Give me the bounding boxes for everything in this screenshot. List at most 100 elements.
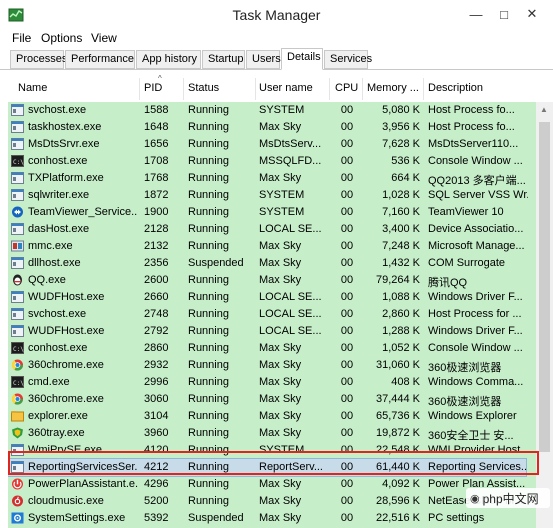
- cell-name: 360chrome.exe: [28, 359, 104, 371]
- column-status[interactable]: Status: [188, 82, 219, 94]
- tab-performance[interactable]: Performance: [65, 50, 135, 69]
- cell-description: Windows Driver F...: [428, 325, 523, 337]
- tab-app-history[interactable]: App history: [136, 50, 201, 69]
- column-memory[interactable]: Memory ...: [367, 82, 419, 94]
- table-row[interactable]: taskhostex.exe 1648 Running Max Sky 00 3,956 …: [8, 119, 526, 136]
- column-separator[interactable]: [255, 78, 256, 100]
- cell-pid: 2996: [144, 376, 169, 388]
- menu-options[interactable]: Options: [41, 31, 82, 45]
- table-row[interactable]: C:\ conhost.exe 1708 Running MSSQLFD... 00 536…: [8, 153, 526, 170]
- table-row[interactable]: PowerPlanAssistant.e... 4296 Running Max Sk…: [8, 476, 526, 493]
- column-separator[interactable]: [329, 78, 330, 100]
- details-table: Name ^ PID Status User name CPU Memory .…: [8, 74, 553, 528]
- cell-name: dasHost.exe: [28, 223, 90, 235]
- chrome360-icon: [11, 393, 24, 405]
- cell-description: Host Process for ...: [428, 308, 522, 320]
- cell-user-name: Max Sky: [259, 257, 302, 269]
- cell-memory: 536 K: [391, 155, 420, 167]
- tab-processes[interactable]: Processes: [10, 50, 67, 69]
- tab-details[interactable]: Details: [281, 48, 323, 70]
- table-row[interactable]: WmiPrvSE.exe 4120 Running SYSTEM 00 22,548 K W…: [8, 442, 526, 459]
- vertical-scrollbar[interactable]: ▲: [536, 102, 553, 528]
- column-separator[interactable]: [423, 78, 424, 100]
- table-row[interactable]: 360chrome.exe 2932 Running Max Sky 00 31,060 …: [8, 357, 526, 374]
- cell-status: Running: [188, 461, 229, 473]
- close-button[interactable]: ✕: [518, 3, 546, 25]
- table-row[interactable]: WUDFHost.exe 2792 Running LOCAL SE... 00 1,28…: [8, 323, 526, 340]
- teamviewer-icon: [11, 206, 24, 218]
- cell-description: 360极速浏览器: [428, 396, 502, 408]
- scrollbar-thumb[interactable]: [539, 122, 550, 452]
- menu-view[interactable]: View: [91, 31, 117, 45]
- minimize-button[interactable]: —: [462, 3, 490, 25]
- column-description[interactable]: Description: [428, 82, 483, 94]
- cell-cpu: 00: [340, 274, 354, 286]
- maximize-button[interactable]: □: [490, 3, 518, 25]
- cell-description: TeamViewer 10: [428, 206, 504, 218]
- service-icon: [11, 121, 24, 133]
- table-row[interactable]: svchost.exe 2748 Running LOCAL SE... 00 2,860…: [8, 306, 526, 323]
- tab-bar: Processes Performance App history Startu…: [0, 48, 553, 70]
- qq-icon: [11, 274, 24, 286]
- cell-description: Windows Comma...: [428, 376, 524, 388]
- column-pid[interactable]: PID: [144, 82, 162, 94]
- table-row[interactable]: MsDtsSrvr.exe 1656 Running MsDtsServ... 00 7,…: [8, 136, 526, 153]
- column-separator[interactable]: [183, 78, 184, 100]
- cell-name: WUDFHost.exe: [28, 325, 105, 337]
- cell-memory: 5,080 K: [382, 104, 420, 116]
- menu-file[interactable]: File: [12, 31, 31, 45]
- table-row[interactable]: WUDFHost.exe 2660 Running LOCAL SE... 00 1,08…: [8, 289, 526, 306]
- column-separator[interactable]: [362, 78, 363, 100]
- cell-user-name: LOCAL SE...: [259, 291, 322, 303]
- cell-user-name: SYSTEM: [259, 189, 305, 201]
- cell-name: cmd.exe: [28, 376, 70, 388]
- table-row[interactable]: cloudmusic.exe 5200 Running Max Sky 00 28,596…: [8, 493, 526, 510]
- cell-status: Running: [188, 359, 229, 371]
- table-row[interactable]: sqlwriter.exe 1872 Running SYSTEM 00 1,028 K S…: [8, 187, 528, 204]
- watermark: ◉ php中文网: [466, 488, 550, 508]
- table-row-selected[interactable]: ReportingServicesSer... 4212 Running Report…: [8, 458, 528, 477]
- cell-pid: 1872: [144, 189, 169, 201]
- scroll-up-icon[interactable]: ▲: [540, 105, 548, 114]
- table-row[interactable]: C:\ conhost.exe 2860 Running Max Sky 00 1,052 …: [8, 340, 526, 357]
- cell-name: conhost.exe: [28, 342, 88, 354]
- tab-startup[interactable]: Startup: [202, 50, 245, 69]
- table-row[interactable]: TeamViewer_Service.... 1900 Running SYSTEM 0…: [8, 204, 526, 221]
- column-user-name[interactable]: User name: [259, 82, 313, 94]
- tab-services[interactable]: Services: [324, 50, 372, 69]
- cell-memory: 79,264 K: [375, 274, 420, 286]
- process-list: svchost.exe 1588 Running SYSTEM 00 5,080 K Hos…: [8, 102, 553, 528]
- cell-name: QQ.exe: [28, 274, 66, 286]
- cell-user-name: Max Sky: [259, 393, 302, 405]
- cell-cpu: 00: [340, 478, 354, 490]
- table-row[interactable]: svchost.exe 1588 Running SYSTEM 00 5,080 K Hos…: [8, 102, 526, 119]
- table-row[interactable]: dasHost.exe 2128 Running LOCAL SE... 00 3,400…: [8, 221, 526, 238]
- powerplan-icon: [11, 478, 24, 490]
- table-row[interactable]: 360tray.exe 3960 Running Max Sky 00 19,872 K 3…: [8, 425, 526, 442]
- cell-name: WUDFHost.exe: [28, 291, 105, 303]
- table-row[interactable]: TXPlatform.exe 1768 Running Max Sky 00 664 K Q…: [8, 170, 526, 187]
- table-row[interactable]: C:\ cmd.exe 2996 Running Max Sky 00 408 K Windo…: [8, 374, 526, 391]
- cell-user-name: SYSTEM: [259, 104, 305, 116]
- table-row[interactable]: QQ.exe 2600 Running Max Sky 00 79,264 K 腾讯QQ: [8, 272, 526, 289]
- table-row[interactable]: dllhost.exe 2356 Suspended Max Sky 00 1,432 K…: [8, 255, 526, 272]
- column-separator[interactable]: [139, 78, 140, 100]
- service-icon: [11, 325, 24, 337]
- title-bar: Task Manager — □ ✕: [0, 0, 553, 30]
- column-cpu[interactable]: CPU: [335, 82, 358, 94]
- table-row[interactable]: 360chrome.exe 3060 Running Max Sky 00 37,444 …: [8, 391, 526, 408]
- table-row[interactable]: mmc.exe 2132 Running Max Sky 00 7,248 K Micros…: [8, 238, 526, 255]
- column-name[interactable]: Name: [18, 82, 47, 94]
- tab-users[interactable]: Users: [246, 50, 281, 69]
- cell-cpu: 00: [340, 206, 354, 218]
- table-row[interactable]: SystemSettings.exe 5392 Suspended Max Sky 00…: [8, 510, 526, 527]
- table-row[interactable]: explorer.exe 3104 Running Max Sky 00 65,736 K…: [8, 408, 526, 425]
- cell-user-name: Max Sky: [259, 478, 302, 490]
- svg-text:C:\: C:\: [13, 159, 24, 166]
- cell-pid: 4212: [144, 461, 169, 473]
- cell-cpu: 00: [340, 138, 354, 150]
- php-logo-icon: ◉: [470, 492, 480, 505]
- cell-name: ReportingServicesSer...: [28, 461, 138, 473]
- cell-memory: 1,052 K: [382, 342, 420, 354]
- menu-bar: File Options View: [0, 30, 553, 48]
